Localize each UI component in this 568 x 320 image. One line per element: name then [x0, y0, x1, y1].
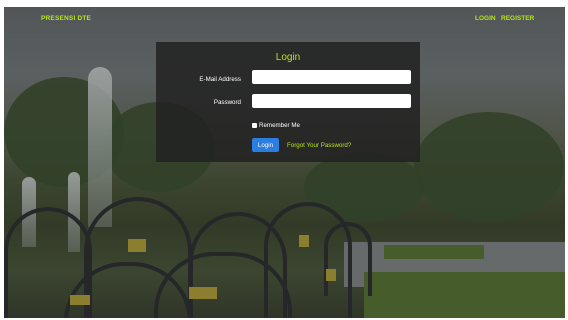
- email-label: E-Mail Address: [199, 76, 241, 83]
- remember-label: Remember Me: [259, 122, 300, 129]
- login-card: Login E-Mail Address Password Remember M…: [156, 42, 420, 162]
- password-label: Password: [213, 99, 241, 106]
- page-frame: PRESENSI DTE LOGIN REGISTER Login E-Mail…: [4, 7, 565, 318]
- login-title: Login: [275, 52, 301, 63]
- login-button[interactable]: Login: [252, 138, 279, 152]
- password-input[interactable]: [252, 94, 411, 108]
- forgot-password-link[interactable]: Forgot Your Password?: [287, 142, 351, 149]
- remember-checkbox[interactable]: [252, 123, 257, 128]
- remember-me[interactable]: Remember Me: [252, 122, 300, 129]
- nav-login-link[interactable]: LOGIN: [475, 15, 496, 22]
- nav-register-link[interactable]: REGISTER: [501, 15, 534, 22]
- brand-link[interactable]: PRESENSI DTE: [41, 15, 91, 22]
- email-input[interactable]: [252, 70, 411, 84]
- top-navbar: PRESENSI DTE LOGIN REGISTER: [4, 7, 565, 33]
